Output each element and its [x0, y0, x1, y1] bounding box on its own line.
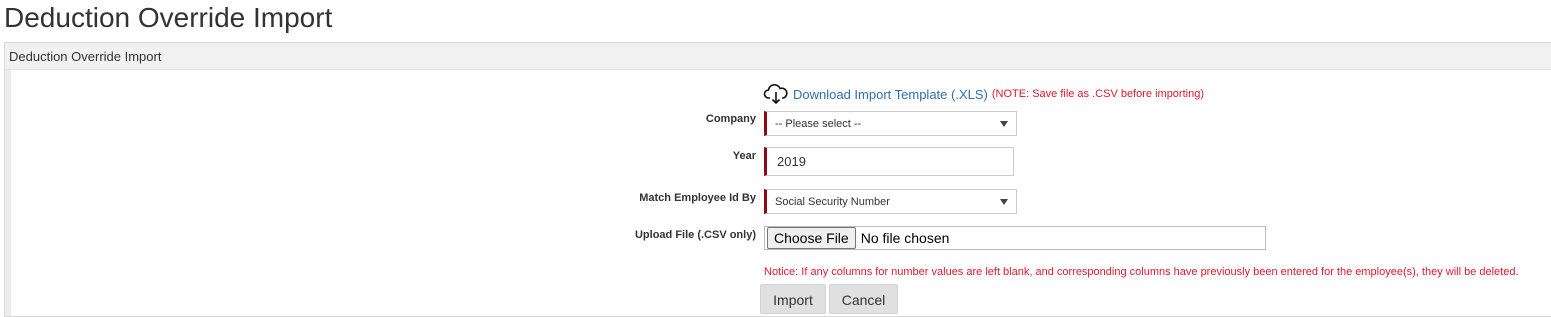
cloud-download-icon[interactable]: [763, 81, 789, 107]
year-label: Year: [732, 150, 756, 162]
choose-file-button[interactable]: Choose File: [767, 227, 856, 249]
match-employee-id-select[interactable]: Social Security Number: [764, 189, 1017, 214]
match-employee-id-value: Social Security Number: [775, 195, 890, 208]
chevron-down-icon: [1000, 199, 1008, 205]
upload-file-label: Upload File (.CSV only): [634, 229, 756, 241]
import-panel: Deduction Override Import Download Impor…: [4, 42, 1551, 317]
chevron-down-icon: [1000, 121, 1008, 127]
download-template-row: Download Import Template (.XLS) (NOTE: S…: [763, 81, 1204, 107]
year-input[interactable]: 2019: [764, 147, 1014, 176]
import-button[interactable]: Import: [760, 284, 826, 314]
panel-body: Download Import Template (.XLS) (NOTE: S…: [5, 70, 1551, 316]
download-note: (NOTE: Save file as .CSV before importin…: [991, 88, 1204, 100]
company-label: Company: [705, 113, 756, 125]
year-input-value: 2019: [777, 154, 806, 169]
panel-header: Deduction Override Import: [5, 43, 1551, 70]
cancel-button[interactable]: Cancel: [829, 284, 898, 314]
download-template-link[interactable]: Download Import Template (.XLS): [793, 87, 988, 102]
notice-text: Notice: If any columns for number values…: [764, 266, 1519, 278]
page-title: Deduction Override Import: [4, 2, 333, 33]
company-select-value: -- Please select --: [775, 117, 862, 130]
file-status: No file chosen: [860, 230, 950, 246]
company-select[interactable]: -- Please select --: [764, 111, 1017, 136]
upload-file-input[interactable]: Choose File No file chosen: [764, 226, 1266, 250]
match-employee-id-label: Match Employee Id By: [639, 192, 756, 204]
